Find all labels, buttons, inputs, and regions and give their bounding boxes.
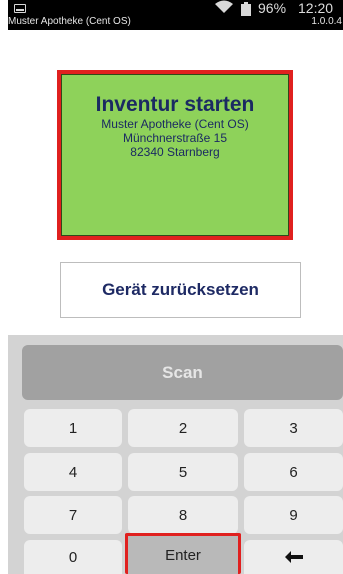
wifi-icon	[215, 0, 233, 13]
key-3[interactable]: 3	[244, 409, 343, 447]
numeric-keypad: Scan 1 2 3 4 5 6 7 8 9 0 Enter	[8, 335, 343, 574]
backspace-key[interactable]	[244, 540, 343, 574]
pharmacy-city: 82340 Starnberg	[130, 145, 220, 159]
start-inventory-button[interactable]: Inventur starten Muster Apotheke (Cent O…	[57, 70, 293, 240]
battery-icon	[241, 2, 251, 16]
pharmacy-street: Münchnerstraße 15	[122, 131, 228, 145]
scan-button[interactable]: Scan	[22, 345, 343, 400]
start-inventory-panel: Inventur starten Muster Apotheke (Cent O…	[61, 74, 289, 236]
key-7[interactable]: 7	[24, 496, 122, 534]
app-name: Muster Apotheke (Cent OS)	[8, 16, 131, 27]
key-4[interactable]: 4	[24, 453, 122, 491]
key-8[interactable]: 8	[128, 496, 238, 534]
reset-device-button[interactable]: Gerät zurücksetzen	[60, 262, 301, 318]
key-2[interactable]: 2	[128, 409, 238, 447]
clock: 12:20	[298, 0, 334, 16]
notification-icon	[14, 4, 26, 13]
app-version: 1.0.0.4	[311, 16, 342, 27]
battery-percent: 96%	[258, 0, 287, 16]
key-9[interactable]: 9	[244, 496, 343, 534]
status-bar: 96% 12:20 Muster Apotheke (Cent OS) 1.0.…	[8, 0, 343, 30]
pharmacy-name: Muster Apotheke (Cent OS)	[101, 117, 249, 131]
key-5[interactable]: 5	[128, 453, 238, 491]
enter-key[interactable]: Enter	[125, 533, 241, 574]
start-inventory-title: Inventur starten	[95, 93, 255, 116]
left-arrow-icon	[284, 551, 303, 563]
key-0[interactable]: 0	[24, 540, 122, 574]
key-1[interactable]: 1	[24, 409, 122, 447]
key-6[interactable]: 6	[244, 453, 343, 491]
